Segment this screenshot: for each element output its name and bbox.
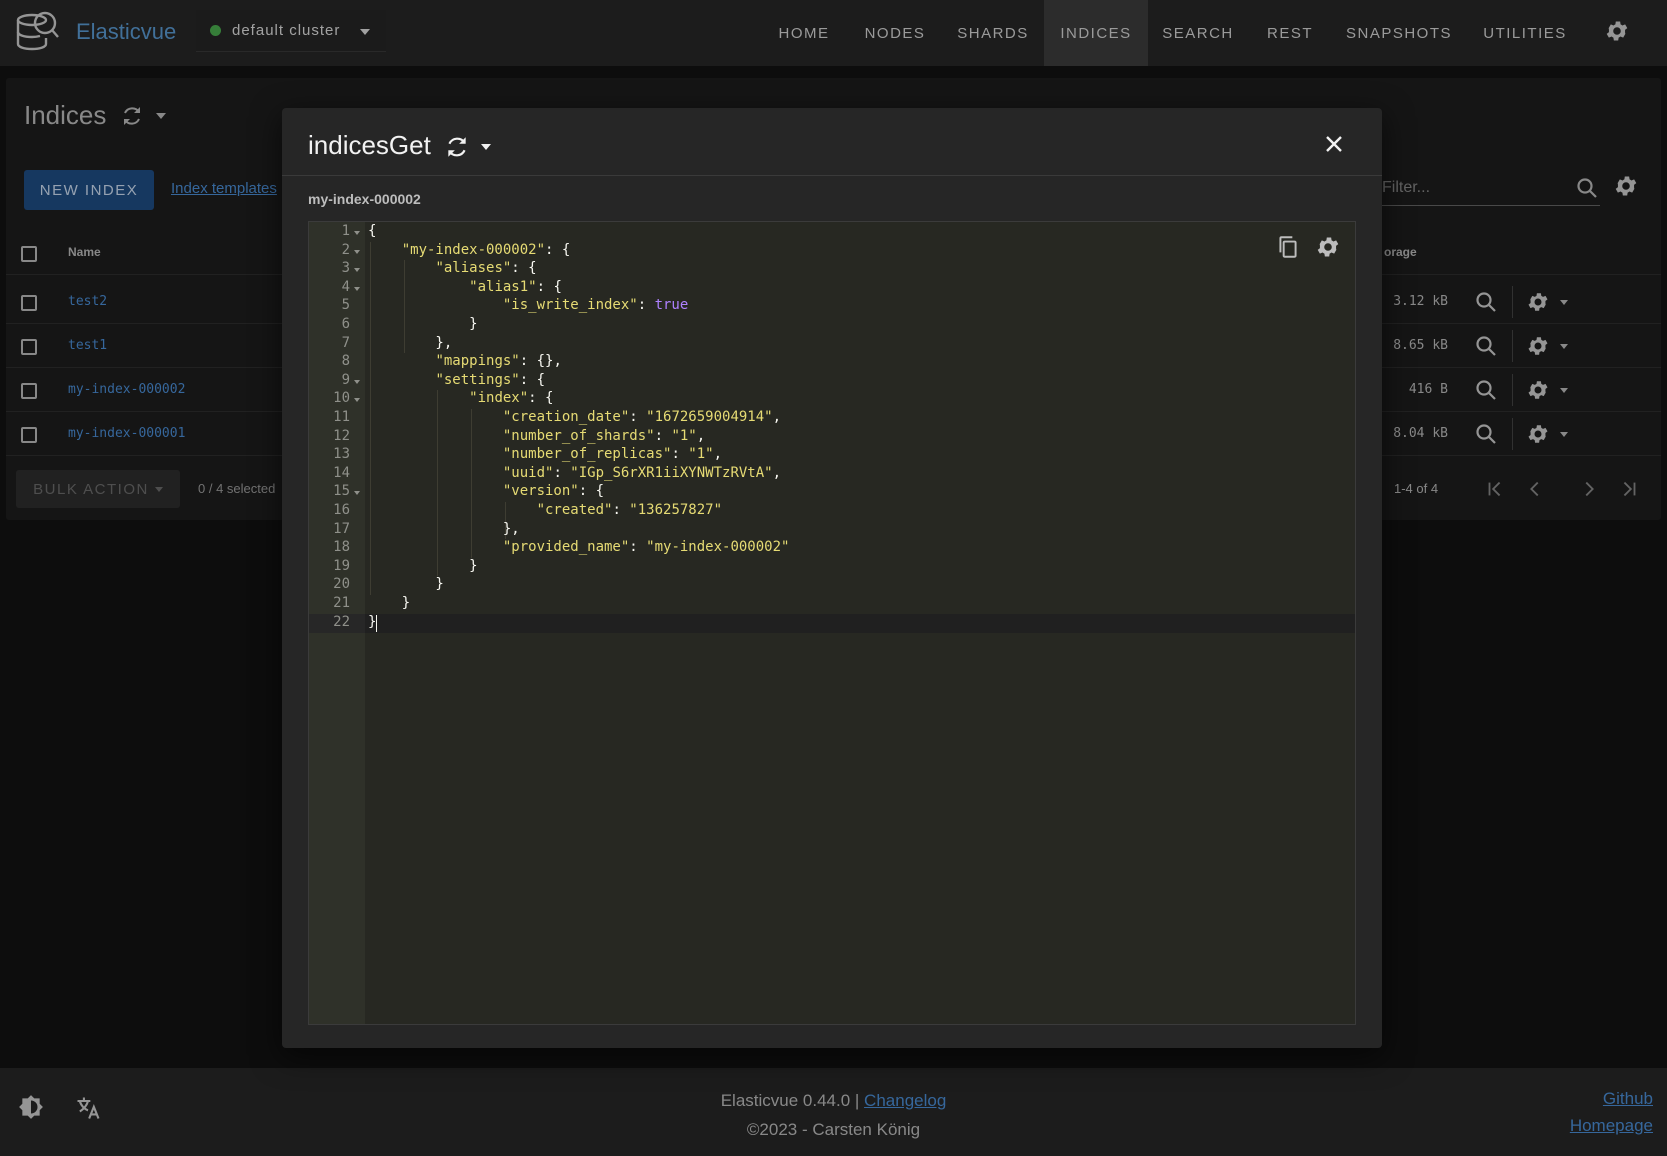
code-line: "version": {	[502, 483, 605, 500]
line-number: 5	[341, 297, 350, 314]
code-line: "is_write_index": true	[502, 297, 689, 314]
fold-toggle-icon[interactable]	[354, 249, 360, 254]
code-line: {	[368, 223, 377, 239]
code-line: }	[368, 595, 411, 611]
dialog-header: indicesGet	[282, 108, 1382, 176]
line-number: 14	[333, 464, 350, 481]
code-line: "mappings": {},	[435, 353, 562, 370]
code-line: "uuid": "IGp_S6rXR1iiXYNWTzRVtA",	[502, 464, 782, 481]
line-number: 17	[333, 520, 350, 537]
refresh-icon[interactable]	[444, 134, 470, 160]
code-line: "aliases": {	[435, 260, 537, 277]
line-number: 2	[341, 241, 350, 258]
line-number: 8	[341, 353, 350, 370]
code-line: }	[368, 316, 478, 332]
code-line: "number_of_replicas": "1",	[502, 446, 723, 463]
line-number: 18	[333, 539, 350, 556]
dialog-subtitle: my-index-000002	[308, 191, 421, 207]
line-number: 10	[333, 390, 350, 407]
code-line: "number_of_shards": "1",	[502, 427, 706, 444]
code-line: },	[368, 520, 520, 537]
line-number: 22	[333, 613, 350, 630]
fold-toggle-icon[interactable]	[354, 231, 360, 235]
line-number: 4	[341, 278, 350, 295]
code-line: }	[368, 576, 444, 593]
editor-settings-gear-icon[interactable]	[1315, 234, 1341, 260]
line-number: 11	[333, 409, 350, 425]
line-number: 6	[341, 316, 350, 332]
line-number: 19	[333, 557, 350, 574]
line-number: 7	[341, 334, 350, 351]
fold-toggle-icon[interactable]	[354, 286, 360, 291]
line-number: 20	[333, 576, 350, 593]
code-line: },	[368, 334, 453, 351]
line-number: 1	[341, 223, 350, 239]
indices-get-dialog: indicesGet my-index-000002 1 {2 "my-index…	[282, 108, 1382, 1048]
code-line: "alias1": {	[469, 278, 562, 295]
chevron-down-icon[interactable]	[481, 144, 491, 150]
code-line: "my-index-000002": {	[401, 241, 571, 258]
code-line: "index": {	[469, 390, 554, 407]
code-line: "creation_date": "1672659004914",	[502, 409, 782, 425]
json-code-editor[interactable]: 1{2 "my-index-000002": {3 "aliases": {4 …	[308, 221, 1356, 1025]
fold-toggle-icon[interactable]	[354, 398, 360, 403]
line-number: 12	[333, 427, 350, 444]
line-number: 21	[333, 595, 350, 611]
code-line: }	[368, 557, 478, 574]
code-line: "provided_name": "my-index-000002"	[502, 539, 790, 556]
close-icon[interactable]	[1322, 132, 1346, 156]
active-line-highlight	[365, 613, 1355, 633]
line-number: 3	[341, 260, 350, 277]
line-number: 9	[341, 371, 350, 388]
text-cursor	[376, 614, 378, 632]
line-number: 16	[333, 502, 350, 518]
line-number: 15	[333, 483, 350, 500]
dialog-title: indicesGet	[308, 130, 431, 160]
fold-toggle-icon[interactable]	[354, 491, 360, 496]
code-line: }	[368, 613, 377, 630]
line-number: 13	[333, 446, 350, 463]
copy-icon[interactable]	[1275, 234, 1301, 260]
code-line: "created": "136257827"	[536, 502, 723, 518]
code-line: "settings": {	[435, 371, 546, 388]
fold-toggle-icon[interactable]	[354, 268, 360, 273]
fold-toggle-icon[interactable]	[354, 379, 360, 384]
